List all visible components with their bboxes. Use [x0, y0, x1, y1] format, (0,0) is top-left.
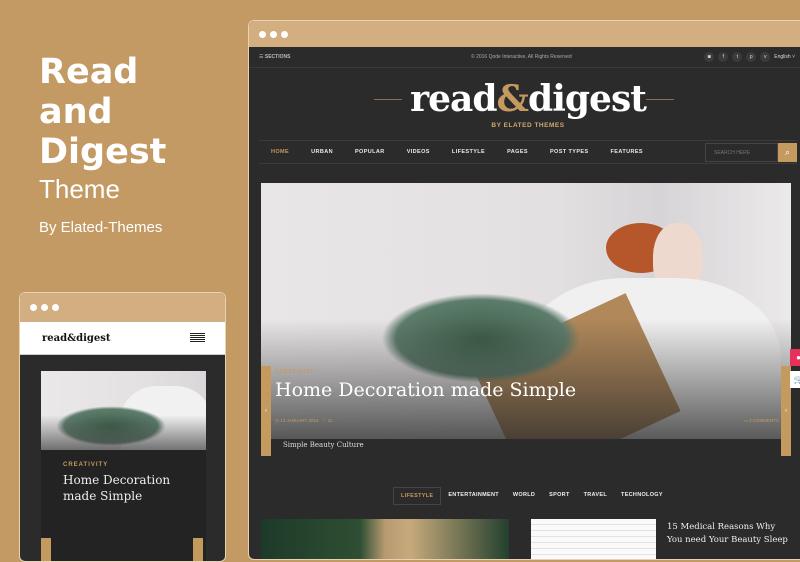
nav-urban[interactable]: URBAN [311, 149, 333, 155]
social-links: ◙ f t p v English ˅ [704, 52, 795, 62]
top-bar: ☰ SECTIONS © 2016 Qode Interactive, All … [249, 47, 800, 68]
tab-entertainment[interactable]: ENTERTAINMENT [441, 487, 506, 505]
likes-count: 11 [327, 418, 333, 423]
sections-menu[interactable]: ☰ SECTIONS [259, 54, 290, 60]
nav-features[interactable]: FEATURES [611, 149, 643, 155]
vimeo-icon[interactable]: v [760, 52, 771, 62]
promo-title: Read and Digest [39, 52, 166, 172]
mobile-header: read&digest [20, 322, 225, 355]
pinterest-icon[interactable]: p [746, 52, 757, 62]
category-tabs: LIFESTYLE ENTERTAINMENT WORLD SPORT TRAV… [393, 487, 670, 505]
hero-slider[interactable]: CREATIVITY Home Decoration made Simple ◷… [261, 183, 791, 457]
site-logo[interactable]: read&digest BY ELATED THEMES [249, 78, 800, 136]
search-icon: ⌕ [784, 147, 791, 157]
nav-home[interactable]: HOME [271, 149, 289, 155]
hero-category[interactable]: CREATIVITY [275, 369, 314, 375]
instagram-icon[interactable]: ◙ [704, 52, 715, 62]
tab-technology[interactable]: TECHNOLOGY [614, 487, 670, 505]
desktop-preview-window: ☰ SECTIONS © 2016 Qode Interactive, All … [248, 20, 800, 560]
tab-world[interactable]: WORLD [506, 487, 542, 505]
nav-post-types[interactable]: POST TYPES [550, 149, 589, 155]
post-thumbnail[interactable] [531, 519, 656, 559]
tab-sport[interactable]: SPORT [542, 487, 576, 505]
search-box: ⌕ [705, 143, 797, 162]
slider-prev-arrow[interactable]: ‹ [261, 366, 271, 456]
search-button[interactable]: ⌕ [778, 143, 797, 162]
promo-byline: By Elated-Themes [39, 219, 163, 236]
promo-text: Read and Digest Theme By Elated-Themes [39, 52, 166, 236]
hero-comments[interactable]: ▭ 3 COMMENTS [743, 418, 779, 424]
mobile-hero-card[interactable]: CREATIVITY Home Decoration made Simple [41, 371, 206, 561]
hero-title[interactable]: Home Decoration made Simple [275, 379, 576, 401]
post-title[interactable]: 15 Medical Reasons Why You need Your Bea… [667, 521, 792, 547]
mobile-hero-image [41, 371, 206, 450]
purchase-icon[interactable]: ● [790, 349, 800, 366]
nav-pages[interactable]: PAGES [507, 149, 528, 155]
title-line: Digest [39, 132, 167, 172]
main-nav: HOME URBAN POPULAR VIDEOS LIFESTYLE PAGE… [259, 140, 797, 164]
mobile-title[interactable]: Home Decoration made Simple [63, 472, 183, 504]
language-selector[interactable]: English ˅ [774, 54, 795, 60]
slider-thumbnails[interactable]: Simple Beauty Culture [283, 441, 364, 449]
nav-videos[interactable]: VIDEOS [407, 149, 430, 155]
mobile-next-arrow[interactable] [193, 538, 203, 561]
facebook-icon[interactable]: f [718, 52, 729, 62]
mobile-preview-window: read&digest CREATIVITY Home Decoration m… [19, 292, 226, 562]
nav-lifestyle[interactable]: LIFESTYLE [452, 149, 485, 155]
copyright: © 2016 Qode Interactive, All Rights Rese… [471, 54, 572, 60]
mobile-prev-arrow[interactable] [41, 538, 51, 561]
cart-icon[interactable]: 🛒 [790, 371, 800, 388]
hamburger-menu-icon[interactable] [190, 333, 205, 343]
window-bar [20, 293, 225, 322]
featured-post-image[interactable] [261, 519, 509, 559]
mobile-category[interactable]: CREATIVITY [63, 462, 206, 468]
title-line: Read [39, 52, 139, 92]
title-line: and [39, 92, 113, 132]
twitter-icon[interactable]: t [732, 52, 743, 62]
hero-date: ◷ 13 JANUARY 2016 ♡ 11 [275, 418, 333, 423]
promo-subtitle: Theme [39, 174, 120, 204]
tab-travel[interactable]: TRAVEL [577, 487, 614, 505]
search-input[interactable] [705, 143, 778, 162]
logo-tagline: BY ELATED THEMES [491, 122, 565, 129]
window-bar [249, 21, 800, 47]
tab-lifestyle[interactable]: LIFESTYLE [393, 487, 442, 505]
nav-popular[interactable]: POPULAR [355, 149, 385, 155]
mobile-logo[interactable]: read&digest [42, 333, 111, 344]
